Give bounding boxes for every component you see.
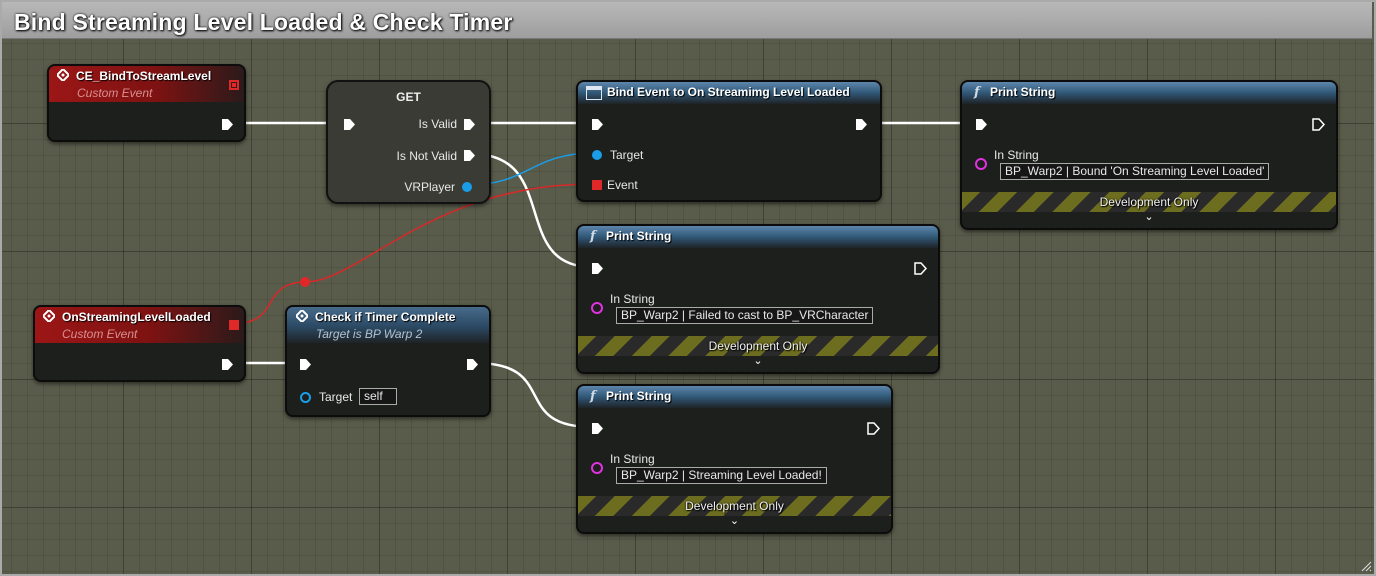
exec-input-pin[interactable] [591, 262, 604, 275]
exec-output-pin[interactable] [221, 358, 234, 371]
comment-title: Bind Streaming Level Loaded & Check Time… [14, 9, 513, 35]
blueprint-graph[interactable]: CE_BindToStreamLevel Custom Event GET Is… [0, 0, 1376, 576]
exec-input-pin[interactable] [591, 118, 604, 131]
print-string-node-bound[interactable]: f Print String In String BP_Warp2 | Boun… [960, 80, 1338, 230]
node-title: Print String [606, 389, 672, 403]
in-string-pin[interactable] [975, 158, 987, 170]
is-not-valid-label: Is Not Valid [396, 149, 457, 163]
event-label: Event [607, 178, 638, 192]
in-string-pin[interactable] [591, 462, 603, 474]
target-input-pin[interactable] [592, 150, 602, 160]
node-header: Check if Timer Complete Target is BP War… [287, 307, 489, 343]
event-diamond-icon [296, 310, 308, 322]
exec-input-pin[interactable] [299, 358, 312, 371]
in-string-label: In String [610, 452, 655, 466]
target-input-pin[interactable] [300, 392, 311, 403]
node-header: f Print String [578, 226, 938, 248]
bind-event-node[interactable]: Bind Event to On Streamimg Level Loaded … [576, 80, 882, 202]
exec-input-pin[interactable] [343, 118, 356, 131]
exec-output-pin-is-not-valid[interactable] [463, 149, 476, 162]
node-title: Check if Timer Complete [315, 310, 456, 324]
validated-get-node[interactable]: GET Is Valid Is Not Valid VRPlayer [326, 80, 491, 204]
target-label: Target [319, 390, 353, 404]
node-subtitle: Target is BP Warp 2 [316, 327, 423, 341]
in-string-label: In String [610, 292, 655, 306]
node-subtitle: Custom Event [62, 327, 138, 341]
exec-output-pin[interactable] [867, 422, 880, 435]
check-timer-node[interactable]: Check if Timer Complete Target is BP War… [285, 305, 491, 417]
chevron-down-icon[interactable]: ⌄ [578, 514, 891, 527]
node-header: CE_BindToStreamLevel Custom Event [49, 66, 244, 102]
function-icon: f [590, 389, 596, 404]
reroute-knot[interactable] [300, 277, 310, 287]
comment-header[interactable]: Bind Streaming Level Loaded & Check Time… [2, 2, 1372, 39]
exec-output-pin[interactable] [221, 118, 234, 131]
function-icon: f [974, 85, 980, 100]
in-string-pin[interactable] [591, 302, 603, 314]
print-string-node-loaded[interactable]: f Print String In String BP_Warp2 | Stre… [576, 384, 893, 534]
event-diamond-icon [57, 69, 69, 81]
node-header: f Print String [578, 386, 891, 408]
vrplayer-label: VRPlayer [404, 180, 455, 194]
node-header: OnStreamingLevelLoaded Custom Event [35, 307, 244, 343]
node-title: Print String [606, 229, 672, 243]
delegate-wire[interactable] [236, 183, 594, 324]
node-title: Print String [990, 85, 1056, 99]
node-header: f Print String [962, 82, 1336, 104]
print-string-node-failed[interactable]: f Print String In String BP_Warp2 | Fail… [576, 224, 940, 374]
exec-output-pin[interactable] [466, 358, 479, 371]
in-string-field[interactable]: BP_Warp2 | Bound 'On Streaming Level Loa… [1000, 163, 1270, 180]
vrplayer-output-pin[interactable] [462, 182, 472, 192]
delegate-output-pin[interactable] [229, 80, 239, 90]
in-string-label: In String [994, 148, 1039, 162]
exec-input-pin[interactable] [975, 118, 988, 131]
node-subtitle: Custom Event [77, 86, 153, 100]
custom-event-node-on-streaming[interactable]: OnStreamingLevelLoaded Custom Event [33, 305, 246, 382]
exec-output-pin[interactable] [914, 262, 927, 275]
exec-input-pin[interactable] [591, 422, 604, 435]
exec-output-pin[interactable] [855, 118, 868, 131]
node-title: GET [396, 90, 421, 104]
node-title: Bind Event to On Streamimg Level Loaded [607, 85, 850, 99]
chevron-down-icon[interactable]: ⌄ [962, 210, 1336, 223]
event-input-pin[interactable] [592, 180, 602, 190]
node-title: OnStreamingLevelLoaded [62, 310, 211, 324]
exec-output-pin-is-valid[interactable] [463, 118, 476, 131]
chevron-down-icon[interactable]: ⌄ [578, 354, 938, 367]
is-valid-label: Is Valid [418, 117, 457, 131]
bind-event-icon [586, 86, 602, 100]
exec-wire[interactable] [474, 361, 593, 429]
resize-grip-icon[interactable] [1360, 560, 1372, 572]
target-self-field[interactable]: self [359, 388, 397, 405]
function-icon: f [590, 229, 596, 244]
development-only-label: Development Only [685, 499, 784, 513]
exec-output-pin[interactable] [1312, 118, 1325, 131]
target-label: Target [610, 148, 644, 162]
node-title: CE_BindToStreamLevel [76, 69, 212, 83]
event-diamond-icon [43, 310, 55, 322]
node-header: Bind Event to On Streamimg Level Loaded [578, 82, 880, 104]
development-only-label: Development Only [1099, 195, 1199, 209]
development-only-label: Development Only [708, 339, 808, 353]
in-string-field[interactable]: BP_Warp2 | Failed to cast to BP_VRCharac… [616, 307, 874, 324]
custom-event-node-bind[interactable]: CE_BindToStreamLevel Custom Event [47, 64, 246, 142]
delegate-output-pin[interactable] [229, 320, 239, 330]
in-string-field[interactable]: BP_Warp2 | Streaming Level Loaded! [616, 467, 827, 484]
